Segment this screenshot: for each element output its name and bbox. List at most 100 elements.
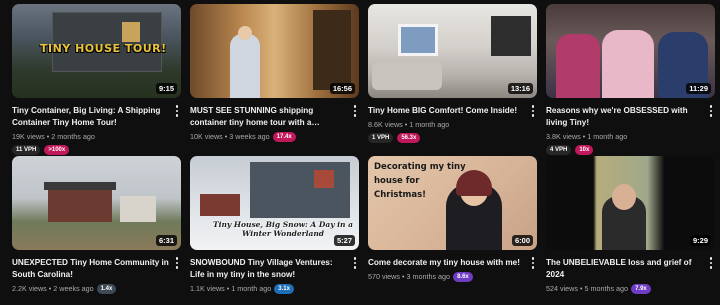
- duration-badge: 13:16: [507, 83, 533, 94]
- video-stats: 10K views • 3 weeks ago 17.4x: [190, 132, 347, 142]
- video-title[interactable]: Come decorate my tiny house with me!: [368, 257, 525, 269]
- sofa-shape: [372, 62, 442, 90]
- view-count: 8.6K views: [368, 120, 403, 129]
- video-card[interactable]: TINY HOUSE TOUR! 9:15 Tiny Container, Bi…: [12, 4, 181, 155]
- vph-badge: 11 VPH: [12, 145, 41, 155]
- view-count: 10K views: [190, 132, 223, 141]
- duration-badge: 6:31: [155, 235, 177, 246]
- duration-badge: 5:27: [333, 235, 355, 246]
- view-count: 3.8K views: [546, 132, 581, 141]
- video-stats: 2.2K views • 2 weeks ago 1.4x: [12, 284, 169, 294]
- outlier-badge: 17.4x: [272, 132, 296, 142]
- upload-age: 2 weeks ago: [53, 284, 94, 293]
- video-meta: Tiny Home BIG Comfort! Come Inside! 8.6K…: [368, 98, 537, 143]
- vph-badge: 4 VPH: [546, 145, 572, 155]
- thumbnail-overlay-text: TINY HOUSE TOUR!: [40, 42, 167, 55]
- upload-age: 1 month ago: [231, 284, 272, 293]
- video-stats: 1.1K views • 1 month ago 3.1x: [190, 284, 347, 294]
- video-title[interactable]: MUST SEE STUNNING shipping container tin…: [190, 105, 347, 129]
- person-shape: [230, 34, 260, 98]
- video-meta: Reasons why we're OBSESSED with living T…: [546, 98, 715, 155]
- window-shape: [122, 22, 140, 42]
- video-stats: 19K views • 2 months ago: [12, 132, 95, 141]
- more-options-icon[interactable]: [707, 256, 715, 270]
- video-meta: UNEXPECTED Tiny Home Community in South …: [12, 250, 181, 294]
- outlier-badge: 10x: [575, 145, 594, 155]
- video-title[interactable]: Tiny Container, Big Living: A Shipping C…: [12, 105, 169, 129]
- video-card[interactable]: 16:56 MUST SEE STUNNING shipping contain…: [190, 4, 359, 152]
- video-meta: The UNBELIEVABLE loss and grief of 2024 …: [546, 250, 715, 294]
- view-count: 19K views: [12, 132, 45, 141]
- outlier-badge: 8.6x: [453, 272, 473, 282]
- upload-age: 2 months ago: [51, 132, 95, 141]
- tiny-house-shape: [48, 188, 112, 222]
- person-shape: [556, 34, 600, 98]
- video-title[interactable]: Reasons why we're OBSESSED with living T…: [546, 105, 703, 129]
- video-card[interactable]: Tiny House, Big Snow: A Day in a Winter …: [190, 156, 359, 304]
- outlier-badge: 7.9x: [631, 284, 651, 294]
- person-shape: [602, 30, 654, 98]
- more-options-icon[interactable]: [173, 256, 181, 270]
- person-head-shape: [238, 26, 252, 40]
- house-shape: [120, 196, 156, 222]
- outlier-badge: 1.4x: [96, 284, 117, 294]
- video-stats: 524 views • 5 months ago 7.9x: [546, 284, 703, 294]
- video-card[interactable]: 11:29 Reasons why we're OBSESSED with li…: [546, 4, 715, 155]
- video-title[interactable]: SNOWBOUND Tiny Village Ventures: Life in…: [190, 257, 347, 281]
- more-options-icon[interactable]: [529, 256, 537, 270]
- view-count: 570 views: [368, 272, 400, 281]
- more-options-icon[interactable]: [173, 104, 181, 118]
- video-card[interactable]: 9:29 The UNBELIEVABLE loss and grief of …: [546, 156, 715, 304]
- video-thumbnail[interactable]: 13:16: [368, 4, 537, 98]
- video-title[interactable]: The UNBELIEVABLE loss and grief of 2024: [546, 257, 703, 281]
- video-thumbnail[interactable]: TINY HOUSE TOUR! 9:15: [12, 4, 181, 98]
- duration-badge: 11:29: [686, 83, 711, 94]
- view-count: 524 views: [546, 284, 578, 293]
- upload-age: 3 weeks ago: [229, 132, 270, 141]
- duration-badge: 9:29: [689, 235, 711, 246]
- video-title[interactable]: Tiny Home BIG Comfort! Come Inside!: [368, 105, 525, 117]
- upload-age: 1 month ago: [409, 120, 450, 129]
- video-meta: SNOWBOUND Tiny Village Ventures: Life in…: [190, 250, 359, 294]
- video-title[interactable]: UNEXPECTED Tiny Home Community in South …: [12, 257, 169, 281]
- video-thumbnail[interactable]: 6:31: [12, 156, 181, 250]
- duration-badge: 6:00: [511, 235, 533, 246]
- duration-badge: 16:56: [329, 83, 355, 94]
- video-card[interactable]: Decorating my tiny house for Christmas! …: [368, 156, 537, 304]
- video-stats: 3.8K views • 1 month ago: [546, 132, 628, 141]
- badge-row: 1 VPH 56.3x: [368, 133, 525, 143]
- more-options-icon[interactable]: [351, 104, 359, 118]
- video-stats: 8.6K views • 1 month ago: [368, 120, 450, 129]
- outlier-badge: >100x: [44, 145, 70, 155]
- more-options-icon[interactable]: [529, 104, 537, 118]
- video-grid: TINY HOUSE TOUR! 9:15 Tiny Container, Bi…: [12, 4, 716, 304]
- person-head-shape: [612, 184, 636, 210]
- upload-age: 5 months ago: [584, 284, 629, 293]
- video-stats: 570 views • 3 months ago 8.6x: [368, 272, 525, 282]
- window-shape: [314, 170, 334, 188]
- video-thumbnail[interactable]: Tiny House, Big Snow: A Day in a Winter …: [190, 156, 359, 250]
- outlier-badge: 56.3x: [397, 133, 421, 143]
- badge-row: 11 VPH >100x: [12, 145, 169, 155]
- view-count: 1.1K views: [190, 284, 225, 293]
- window-shape: [398, 24, 438, 56]
- house-shape: [200, 194, 240, 216]
- view-count: 2.2K views: [12, 284, 47, 293]
- shelf-shape: [313, 10, 351, 90]
- more-options-icon[interactable]: [707, 104, 715, 118]
- video-meta: MUST SEE STUNNING shipping container tin…: [190, 98, 359, 142]
- more-options-icon[interactable]: [351, 256, 359, 270]
- outlier-badge: 3.1x: [274, 284, 294, 294]
- video-meta: Tiny Container, Big Living: A Shipping C…: [12, 98, 181, 155]
- video-meta: Come decorate my tiny house with me! 570…: [368, 250, 537, 282]
- video-thumbnail[interactable]: Decorating my tiny house for Christmas! …: [368, 156, 537, 250]
- badge-row: 4 VPH 10x: [546, 145, 703, 155]
- roof-shape: [44, 182, 116, 190]
- video-thumbnail[interactable]: 16:56: [190, 4, 359, 98]
- video-card[interactable]: 6:31 UNEXPECTED Tiny Home Community in S…: [12, 156, 181, 304]
- tv-shape: [491, 16, 531, 56]
- vph-badge: 1 VPH: [368, 133, 394, 143]
- video-thumbnail[interactable]: 11:29: [546, 4, 715, 98]
- video-thumbnail[interactable]: 9:29: [546, 156, 715, 250]
- video-card[interactable]: 13:16 Tiny Home BIG Comfort! Come Inside…: [368, 4, 537, 152]
